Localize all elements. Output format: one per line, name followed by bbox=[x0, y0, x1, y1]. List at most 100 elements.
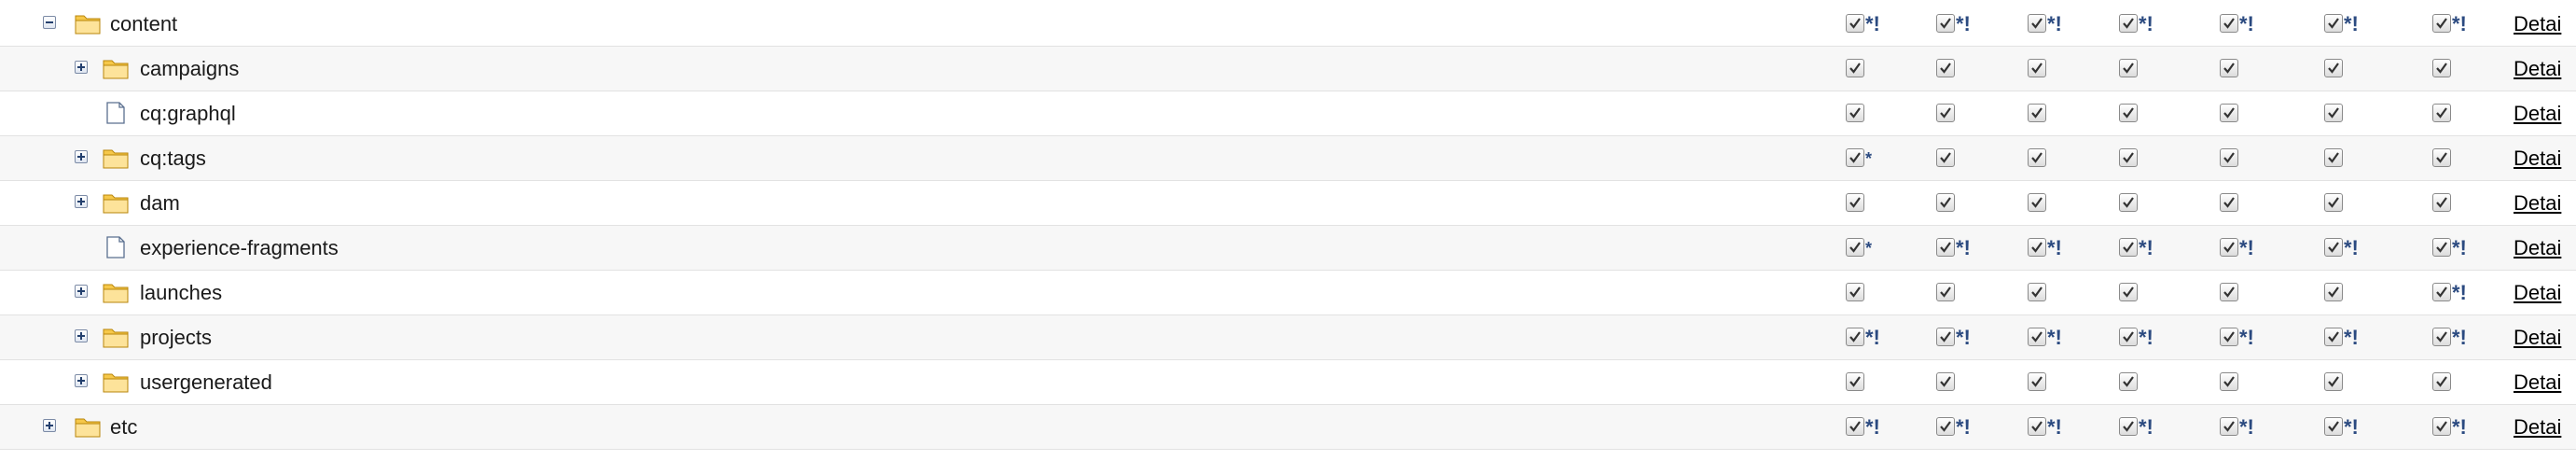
permission-modify-checkbox[interactable] bbox=[1936, 193, 1955, 212]
details-link[interactable]: Detai bbox=[2514, 2, 2561, 47]
permission-modify-checkbox[interactable] bbox=[1936, 148, 1955, 167]
permission-create-checkbox[interactable] bbox=[2028, 193, 2046, 212]
expand-toggle-icon[interactable] bbox=[75, 329, 88, 342]
node-label[interactable]: usergenerated bbox=[140, 360, 272, 405]
expand-toggle-icon[interactable] bbox=[43, 419, 56, 432]
permission-delete-checkbox[interactable] bbox=[2119, 59, 2138, 77]
node-label[interactable]: campaigns bbox=[140, 47, 239, 91]
permission-modify-checkbox[interactable] bbox=[1936, 417, 1955, 436]
permission-read-acl-checkbox[interactable] bbox=[2220, 193, 2238, 212]
expand-toggle-icon[interactable] bbox=[75, 195, 88, 208]
details-link[interactable]: Detai bbox=[2514, 271, 2561, 315]
permission-create-checkbox[interactable] bbox=[2028, 417, 2046, 436]
node-label[interactable]: projects bbox=[140, 315, 212, 360]
permission-modify-checkbox[interactable] bbox=[1936, 372, 1955, 391]
permission-replicate-checkbox[interactable] bbox=[2432, 372, 2451, 391]
permission-create-checkbox[interactable] bbox=[2028, 238, 2046, 257]
expand-toggle-icon[interactable] bbox=[75, 374, 88, 387]
details-link[interactable]: Detai bbox=[2514, 181, 2561, 226]
permission-read-acl-checkbox[interactable] bbox=[2220, 148, 2238, 167]
details-link[interactable]: Detai bbox=[2514, 405, 2561, 450]
permission-edit-acl-checkbox[interactable] bbox=[2324, 328, 2343, 346]
permission-edit-acl-checkbox[interactable] bbox=[2324, 417, 2343, 436]
expand-toggle-icon[interactable] bbox=[75, 285, 88, 298]
permission-create-checkbox[interactable] bbox=[2028, 14, 2046, 33]
permission-read-checkbox[interactable] bbox=[1846, 283, 1864, 301]
expand-toggle-icon[interactable] bbox=[75, 150, 88, 163]
node-label[interactable]: content bbox=[110, 2, 177, 47]
permission-modify-checkbox[interactable] bbox=[1936, 59, 1955, 77]
permission-delete-checkbox[interactable] bbox=[2119, 238, 2138, 257]
permission-edit-acl-checkbox[interactable] bbox=[2324, 148, 2343, 167]
node-label[interactable]: cq:graphql bbox=[140, 91, 236, 136]
permission-delete-checkbox[interactable] bbox=[2119, 283, 2138, 301]
permission-delete-checkbox[interactable] bbox=[2119, 417, 2138, 436]
permission-create-checkbox[interactable] bbox=[2028, 104, 2046, 122]
permission-read-acl-checkbox[interactable] bbox=[2220, 59, 2238, 77]
permission-read-checkbox[interactable] bbox=[1846, 238, 1864, 257]
permission-modify-checkbox[interactable] bbox=[1936, 104, 1955, 122]
permission-delete-checkbox[interactable] bbox=[2119, 14, 2138, 33]
permission-read-checkbox[interactable] bbox=[1846, 104, 1864, 122]
permission-read-acl-checkbox[interactable] bbox=[2220, 14, 2238, 33]
details-link[interactable]: Detai bbox=[2514, 360, 2561, 405]
permission-delete-checkbox[interactable] bbox=[2119, 193, 2138, 212]
permission-read-checkbox[interactable] bbox=[1846, 372, 1864, 391]
details-link[interactable]: Detai bbox=[2514, 226, 2561, 271]
details-link[interactable]: Detai bbox=[2514, 47, 2561, 91]
permission-edit-acl-checkbox[interactable] bbox=[2324, 193, 2343, 212]
permission-modify-checkbox[interactable] bbox=[1936, 14, 1955, 33]
permission-read-checkbox[interactable] bbox=[1846, 328, 1864, 346]
permission-create-checkbox[interactable] bbox=[2028, 372, 2046, 391]
permission-read-acl-checkbox[interactable] bbox=[2220, 238, 2238, 257]
permission-modify-checkbox[interactable] bbox=[1936, 238, 1955, 257]
node-label[interactable]: cq:tags bbox=[140, 136, 206, 181]
permission-replicate-checkbox[interactable] bbox=[2432, 328, 2451, 346]
permission-edit-acl-checkbox[interactable] bbox=[2324, 238, 2343, 257]
node-label[interactable]: dam bbox=[140, 181, 180, 226]
permission-edit-acl-checkbox[interactable] bbox=[2324, 59, 2343, 77]
permission-read-checkbox[interactable] bbox=[1846, 417, 1864, 436]
permission-create-checkbox[interactable] bbox=[2028, 148, 2046, 167]
permission-delete-checkbox[interactable] bbox=[2119, 372, 2138, 391]
node-label[interactable]: etc bbox=[110, 405, 137, 450]
details-link[interactable]: Detai bbox=[2514, 315, 2561, 360]
permission-replicate-checkbox[interactable] bbox=[2432, 104, 2451, 122]
permission-replicate-checkbox[interactable] bbox=[2432, 148, 2451, 167]
permission-edit-acl-checkbox[interactable] bbox=[2324, 14, 2343, 33]
permission-edit-acl-checkbox[interactable] bbox=[2324, 372, 2343, 391]
expand-toggle-icon[interactable] bbox=[75, 61, 88, 74]
permission-read-acl-checkbox[interactable] bbox=[2220, 328, 2238, 346]
permission-read-acl-checkbox[interactable] bbox=[2220, 283, 2238, 301]
permission-modify-checkbox[interactable] bbox=[1936, 283, 1955, 301]
permission-create-checkbox[interactable] bbox=[2028, 283, 2046, 301]
details-link[interactable]: Detai bbox=[2514, 91, 2561, 136]
permission-replicate-checkbox[interactable] bbox=[2432, 283, 2451, 301]
permission-create-checkbox[interactable] bbox=[2028, 59, 2046, 77]
permission-delete-checkbox[interactable] bbox=[2119, 328, 2138, 346]
details-link[interactable]: Detai bbox=[2514, 136, 2561, 181]
permission-indicator: *! bbox=[2452, 236, 2467, 259]
permission-read-acl-checkbox[interactable] bbox=[2220, 417, 2238, 436]
permission-delete-checkbox[interactable] bbox=[2119, 148, 2138, 167]
permission-replicate-checkbox[interactable] bbox=[2432, 238, 2451, 257]
permission-replicate-checkbox[interactable] bbox=[2432, 193, 2451, 212]
permission-read-checkbox[interactable] bbox=[1846, 59, 1864, 77]
permission-edit-acl-checkbox[interactable] bbox=[2324, 283, 2343, 301]
permission-read-checkbox[interactable] bbox=[1846, 148, 1864, 167]
permission-replicate-checkbox[interactable] bbox=[2432, 417, 2451, 436]
collapse-toggle-icon[interactable] bbox=[43, 16, 56, 29]
permission-replicate-checkbox[interactable] bbox=[2432, 59, 2451, 77]
permission-replicate-checkbox[interactable] bbox=[2432, 14, 2451, 33]
permission-read-acl-checkbox[interactable] bbox=[2220, 372, 2238, 391]
permission-indicator: *! bbox=[2239, 12, 2254, 35]
node-label[interactable]: experience-fragments bbox=[140, 226, 339, 271]
permission-read-checkbox[interactable] bbox=[1846, 193, 1864, 212]
node-label[interactable]: launches bbox=[140, 271, 222, 315]
permission-read-checkbox[interactable] bbox=[1846, 14, 1864, 33]
permission-read-acl-checkbox[interactable] bbox=[2220, 104, 2238, 122]
permission-create-checkbox[interactable] bbox=[2028, 328, 2046, 346]
permission-delete-checkbox[interactable] bbox=[2119, 104, 2138, 122]
permission-edit-acl-checkbox[interactable] bbox=[2324, 104, 2343, 122]
permission-modify-checkbox[interactable] bbox=[1936, 328, 1955, 346]
